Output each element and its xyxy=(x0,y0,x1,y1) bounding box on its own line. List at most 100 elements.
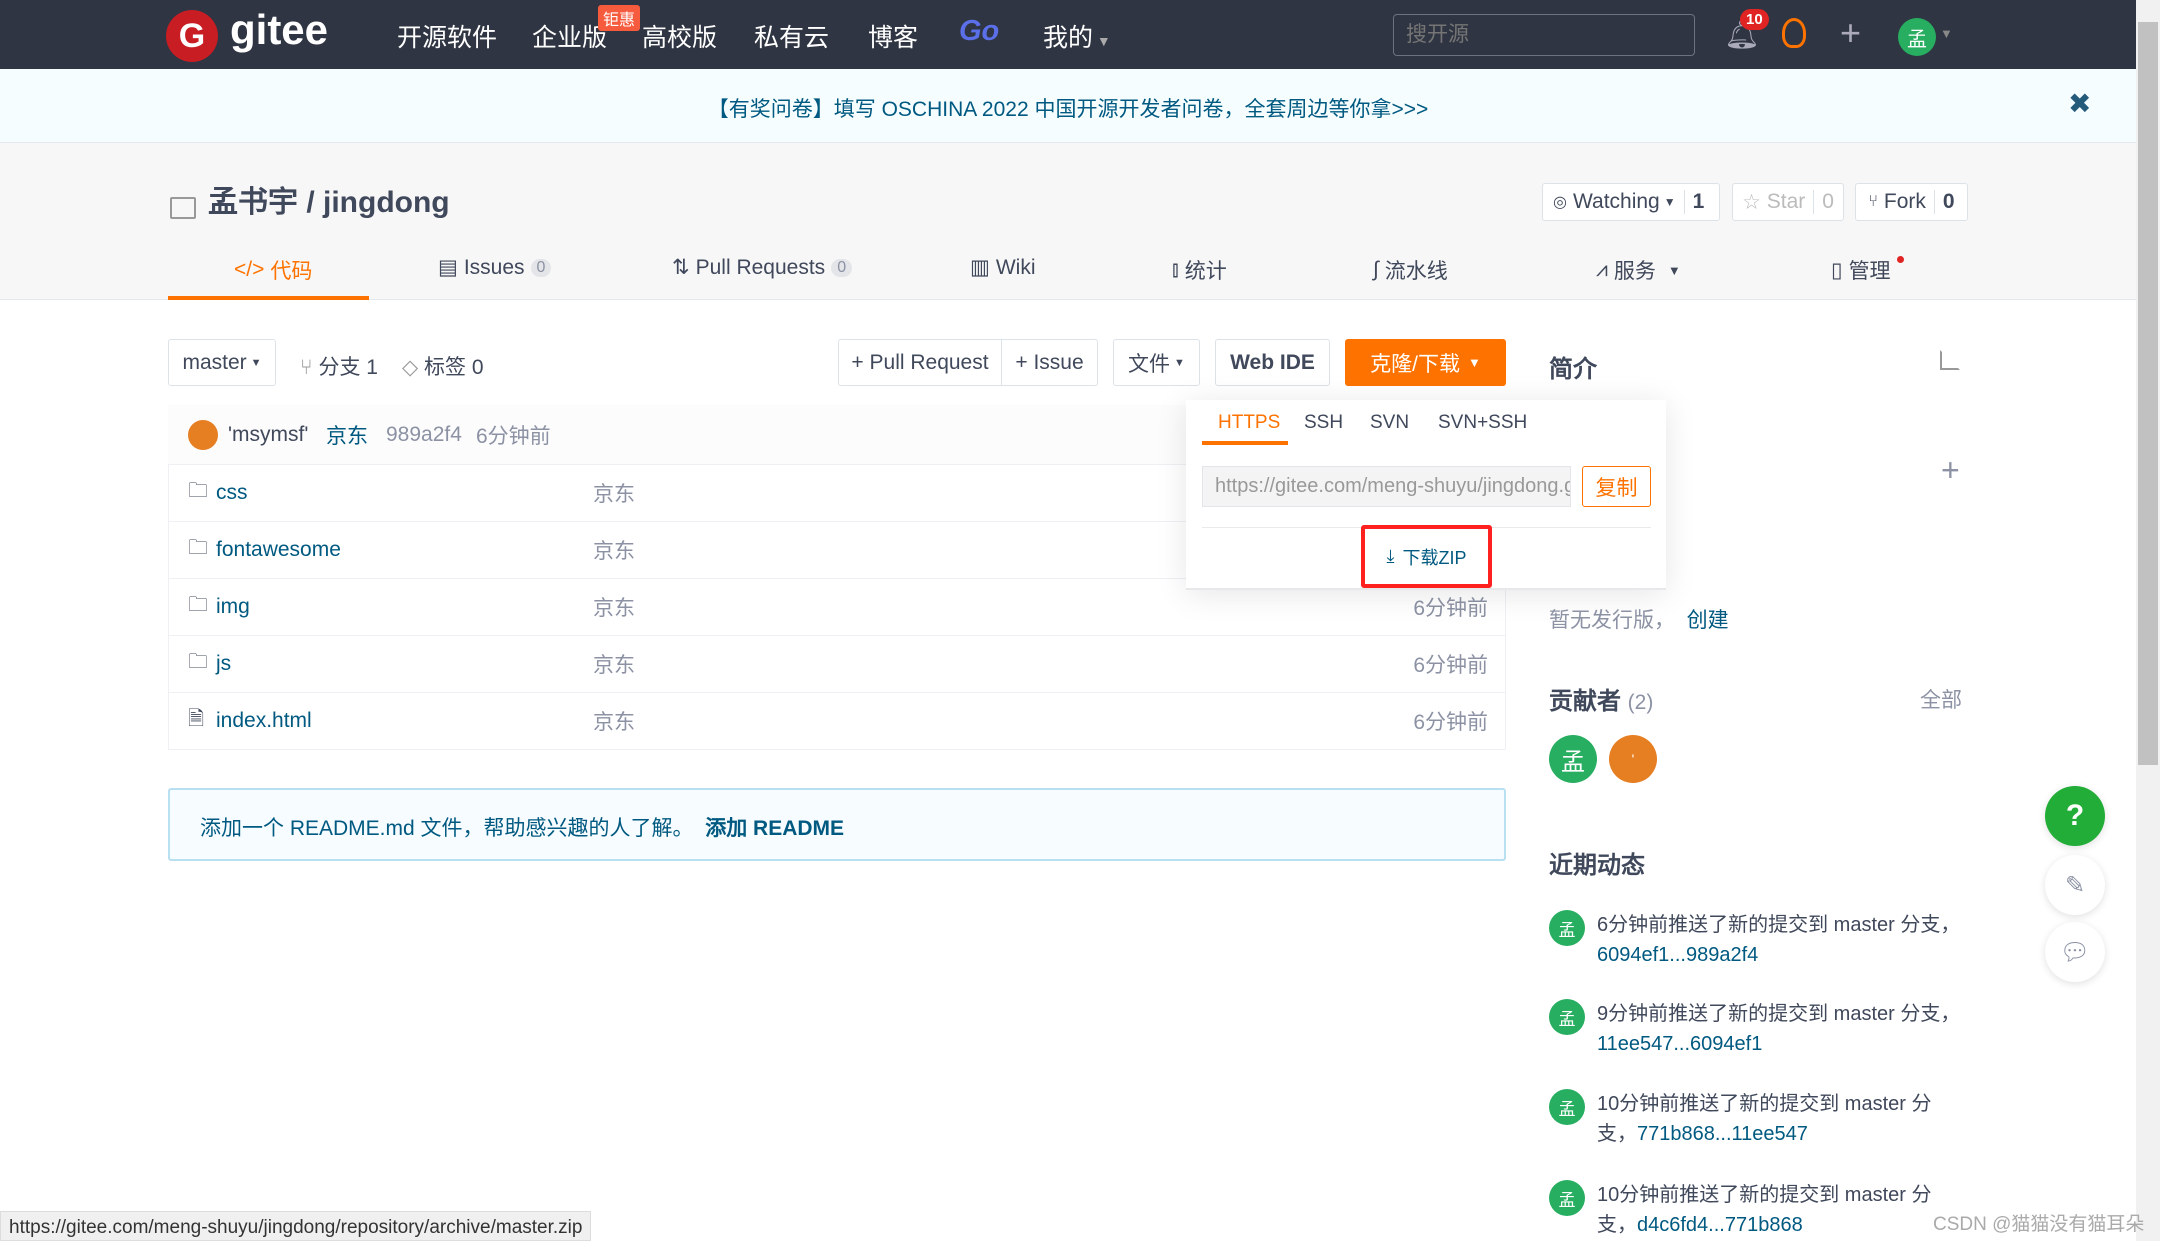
code-icon: </> xyxy=(234,258,265,281)
file-commit-message[interactable]: 京东 xyxy=(593,535,635,565)
nav-open-source[interactable]: 开源软件 xyxy=(397,18,497,54)
contributor-avatar[interactable]: 孟 xyxy=(1549,735,1597,783)
copy-button[interactable]: 复制 xyxy=(1582,466,1651,507)
commit-range-link[interactable]: d4c6fd4...771b868 xyxy=(1637,1214,1803,1236)
tab-https[interactable]: HTTPS xyxy=(1218,412,1280,434)
tab-manage[interactable]: ▯ 管理 xyxy=(1831,255,1904,285)
star-button[interactable]: ☆ Star 0 xyxy=(1732,183,1844,221)
tags-link[interactable]: ◇ 标签 0 xyxy=(402,351,484,381)
clone-url-input[interactable] xyxy=(1202,466,1571,507)
create-release-link[interactable]: 创建 xyxy=(1687,609,1729,632)
folder-icon: 🗀︎ xyxy=(188,537,208,559)
activity-avatar[interactable]: 孟 xyxy=(1549,1089,1585,1125)
watch-label: Watching xyxy=(1572,190,1660,213)
file-name[interactable]: img xyxy=(216,595,250,619)
file-menu-button[interactable]: 文件 ▼ xyxy=(1113,339,1200,386)
contributor-avatar[interactable]: ' xyxy=(1609,735,1657,783)
file-name[interactable]: js xyxy=(216,652,231,676)
chevron-down-icon[interactable]: ▼ xyxy=(1940,26,1953,41)
active-tab-underline xyxy=(1202,441,1288,445)
tab-pull-requests[interactable]: ⇅ Pull Requests 0 xyxy=(672,255,853,280)
intro-title: 简介 xyxy=(1549,356,1597,383)
star-icon: ☆ xyxy=(1742,190,1761,214)
fork-button[interactable]: ⑂ Fork 0 xyxy=(1855,183,1968,221)
nav-enterprise[interactable]: 企业版 xyxy=(532,18,607,54)
repo-name[interactable]: jingdong xyxy=(323,186,450,219)
file-name[interactable]: index.html xyxy=(216,709,312,733)
logo-text[interactable]: gitee xyxy=(230,6,328,54)
file-row[interactable]: 🗎︎ index.html 京东 6分钟前 xyxy=(168,692,1506,749)
branch-select[interactable]: master ▼ xyxy=(168,339,276,386)
tab-svn[interactable]: SVN xyxy=(1370,412,1409,434)
file-name[interactable]: fontawesome xyxy=(216,538,341,562)
tab-services[interactable]: ⩘ 服务 ▼ xyxy=(1596,255,1681,285)
new-issue-button[interactable]: + Issue xyxy=(1001,339,1098,386)
activity-text: 6分钟前推送了新的提交到 master 分支， xyxy=(1597,914,1961,936)
activity-text: 9分钟前推送了新的提交到 master 分支， xyxy=(1597,1003,1961,1025)
tab-ssh[interactable]: SSH xyxy=(1304,412,1343,434)
file-commit-message[interactable]: 京东 xyxy=(593,706,635,736)
nav-blog[interactable]: 博客 xyxy=(868,18,918,54)
plus-icon[interactable]: + xyxy=(1941,452,1960,489)
contributors-label: 贡献者 xyxy=(1549,688,1621,715)
file-commit-message[interactable]: 京东 xyxy=(593,649,635,679)
file-time: 6分钟前 xyxy=(1413,597,1488,620)
banner-link[interactable]: 【有奖问卷】填写 OSCHINA 2022 中国开源开发者问卷，全套周边等你拿>… xyxy=(0,93,2136,123)
scrollbar-thumb[interactable] xyxy=(2138,22,2158,765)
lightbulb-icon[interactable] xyxy=(1782,18,1806,48)
edit-icon[interactable] xyxy=(1940,350,1960,370)
new-pull-request-button[interactable]: + Pull Request xyxy=(838,339,1002,386)
commit-range-link[interactable]: 11ee547...6094ef1 xyxy=(1597,1033,1762,1055)
fork-label: Fork xyxy=(1883,190,1926,213)
file-name[interactable]: css xyxy=(216,481,248,505)
commit-author[interactable]: 'msymsf' xyxy=(228,423,308,447)
tab-wiki[interactable]: ▥ Wiki xyxy=(970,255,1036,280)
scrollbar[interactable] xyxy=(2136,0,2160,1241)
branches-link[interactable]: ⑂ 分支 1 xyxy=(300,351,378,381)
watch-button[interactable]: ◎ Watching ▼ 1 xyxy=(1542,183,1720,221)
user-avatar[interactable]: 孟 xyxy=(1898,18,1936,56)
add-readme-link[interactable]: 添加 README xyxy=(705,817,844,840)
tab-label: Wiki xyxy=(995,255,1036,279)
close-icon[interactable]: ✖ xyxy=(2068,87,2091,120)
file-row[interactable]: 🗀︎ js 京东 6分钟前 xyxy=(168,635,1506,692)
file-commit-message[interactable]: 京东 xyxy=(593,592,635,622)
tab-pipeline[interactable]: ∫ 流水线 xyxy=(1373,255,1448,285)
nav-private-cloud[interactable]: 私有云 xyxy=(754,18,829,54)
search-input[interactable] xyxy=(1393,14,1695,56)
commit-range-link[interactable]: 6094ef1...989a2f4 xyxy=(1597,944,1758,966)
web-ide-button[interactable]: Web IDE xyxy=(1215,339,1330,386)
feedback-edit-button[interactable]: ✎ xyxy=(2045,855,2105,915)
gitee-logo[interactable]: G xyxy=(166,10,218,62)
activity-avatar[interactable]: 孟 xyxy=(1549,910,1585,946)
tab-code[interactable]: </> 代码 xyxy=(234,255,312,285)
nav-mine[interactable]: 我的 ▼ xyxy=(1043,18,1111,54)
contributors-all-link[interactable]: 全部 xyxy=(1920,684,1962,714)
tab-svn-ssh[interactable]: SVN+SSH xyxy=(1438,412,1527,434)
commit-message[interactable]: 京东 xyxy=(326,420,368,450)
tab-issues[interactable]: ▤ Issues 0 xyxy=(438,255,552,280)
nav-university[interactable]: 高校版 xyxy=(642,18,717,54)
commit-range-link[interactable]: 771b868...11ee547 xyxy=(1637,1123,1808,1145)
tab-label: Pull Requests xyxy=(695,255,826,279)
download-zip-label: 下载ZIP xyxy=(1402,547,1467,568)
download-zip-link[interactable]: ⤓ 下载ZIP xyxy=(1361,525,1492,588)
book-icon: ▥ xyxy=(970,256,990,279)
clone-download-button[interactable]: 克隆/下载 ▼ xyxy=(1345,339,1506,386)
plus-icon[interactable]: + xyxy=(1840,12,1861,54)
activity-avatar[interactable]: 孟 xyxy=(1549,999,1585,1035)
nav-go[interactable]: Go xyxy=(959,15,999,48)
activity-avatar[interactable]: 孟 xyxy=(1549,1180,1585,1216)
chevron-down-icon: ▼ xyxy=(1667,262,1681,278)
help-button[interactable]: ? xyxy=(2045,786,2105,846)
tab-stats[interactable]: ⫾ 统计 xyxy=(1172,255,1227,285)
star-count: 0 xyxy=(1813,190,1834,214)
file-commit-message[interactable]: 京东 xyxy=(593,478,635,508)
issues-icon: ▤ xyxy=(438,256,458,279)
repo-header: 孟书宇 / jingdong ◎ Watching ▼ 1 ☆ Star 0 ⑂ For… xyxy=(0,143,2136,300)
commit-hash[interactable]: 989a2f4 xyxy=(386,423,462,447)
tab-count: 0 xyxy=(530,258,552,277)
repo-owner[interactable]: 孟书宇 xyxy=(208,186,298,219)
author-avatar[interactable] xyxy=(188,419,218,450)
chat-button[interactable]: 💬︎ xyxy=(2045,922,2105,982)
